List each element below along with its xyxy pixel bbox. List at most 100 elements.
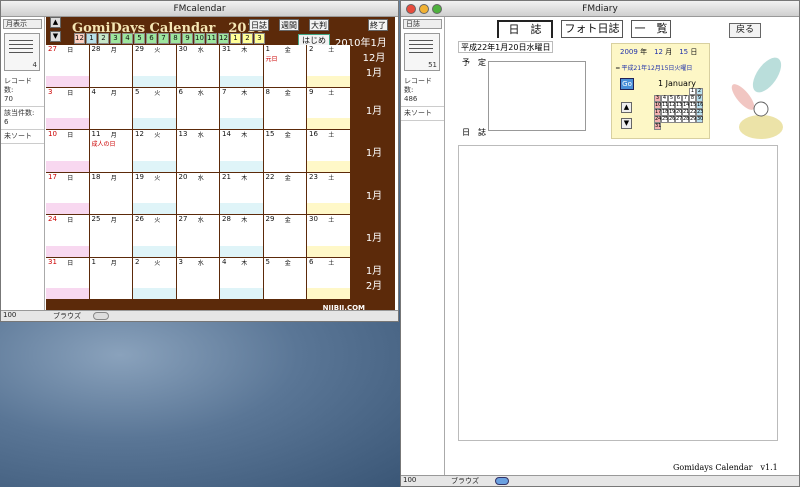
month-tab-9[interactable]: 9 [182,33,193,44]
scroll-thumb[interactable] [93,312,109,320]
mini-day[interactable]: 7 [682,95,689,102]
day-cell[interactable]: 9土 [307,87,351,130]
day-cell[interactable]: 5金 [263,257,307,300]
day-cell[interactable]: 6土 [307,257,351,300]
month-tab-12[interactable]: 12 [218,33,229,44]
day-cell[interactable]: 12 火 [133,130,177,173]
minimize-icon[interactable] [419,4,429,14]
day-cell[interactable]: 14 木 [220,130,264,173]
day-cell[interactable]: 21 木 [220,172,264,215]
day-cell[interactable]: 31 日 [46,257,90,300]
day-cell[interactable]: 16 土 [307,130,351,173]
day-cell[interactable]: 19 火 [133,172,177,215]
mini-day[interactable]: 19 [668,109,675,116]
day-cell[interactable]: 18 月 [89,172,133,215]
zoom-level[interactable]: 100 [403,476,416,484]
weekly-button[interactable]: 週間 [279,19,299,31]
day-cell[interactable]: 7木 [220,87,264,130]
book-icon[interactable]: 4 [4,33,40,71]
day-cell[interactable]: 29 火 [133,45,177,88]
mini-day[interactable]: 1 [689,88,696,95]
day-cell[interactable]: 23 土 [307,172,351,215]
day-cell[interactable]: 2土 [307,45,351,88]
mini-day[interactable]: 10 [654,102,661,109]
day-cell[interactable]: 4木 [220,257,264,300]
mini-day[interactable]: 12 [668,102,675,109]
day-cell[interactable]: 20 水 [176,172,220,215]
day-cell[interactable]: 1 金元日 [263,45,307,88]
day-cell[interactable]: 27 日 [46,45,90,88]
zoom-level[interactable]: 100 [3,311,16,319]
day-cell[interactable]: 1月 [89,257,133,300]
month-tab-7[interactable]: 7 [158,33,169,44]
day-cell[interactable]: 5火 [133,87,177,130]
mini-day[interactable]: 8 [689,95,696,102]
day-cell[interactable]: 17 日 [46,172,90,215]
month-tab-2[interactable]: 2 [98,33,109,44]
month-tab-3[interactable]: 3 [110,33,121,44]
tab-list[interactable]: 一 覧 [631,20,671,38]
mini-day[interactable]: 2 [696,88,703,95]
mode-label[interactable]: ブラウズ [53,311,81,321]
tab-photo-diary[interactable]: フォト日誌 [561,20,623,38]
up-arrow-icon[interactable]: ▲ [621,102,632,113]
diary-button[interactable]: 日誌 [249,19,269,31]
day-cell[interactable]: 11 月成人の日 [89,130,133,173]
day-cell[interactable]: 22 金 [263,172,307,215]
month-tab-4[interactable]: 4 [122,33,133,44]
month-tab-6[interactable]: 6 [146,33,157,44]
mini-day[interactable]: 28 [682,116,689,123]
go-button[interactable]: Go [620,78,634,90]
month-tab-10[interactable]: 10 [194,33,205,44]
day-cell[interactable]: 29 金 [263,215,307,258]
month-tab-5[interactable]: 5 [134,33,145,44]
mini-day[interactable]: 31 [654,123,661,130]
view-select[interactable]: 月表示 [3,19,42,29]
month-tab-15[interactable]: 3 [254,33,265,44]
month-tab-13[interactable]: 1 [230,33,241,44]
mini-day[interactable]: 17 [654,109,661,116]
down-arrow-icon[interactable]: ▼ [621,118,632,129]
day-cell[interactable]: 8金 [263,87,307,130]
mini-day[interactable]: 5 [668,95,675,102]
day-cell[interactable]: 3日 [46,87,90,130]
month-tab-8[interactable]: 8 [170,33,181,44]
exit-button[interactable]: 終了 [368,19,388,31]
mini-day[interactable]: 18 [661,109,668,116]
day-cell[interactable]: 30 土 [307,215,351,258]
day-cell[interactable]: 27 水 [176,215,220,258]
day-cell[interactable]: 30 水 [176,45,220,88]
mini-day[interactable]: 21 [682,109,689,116]
prev-arrow-icon[interactable]: ▲ [50,17,61,28]
day-cell[interactable]: 24 日 [46,215,90,258]
month-tab-11[interactable]: 11 [206,33,217,44]
mini-day[interactable]: 11 [661,102,668,109]
next-arrow-icon[interactable]: ▼ [50,31,61,42]
mini-day[interactable]: 24 [654,116,661,123]
day-cell[interactable]: 28 木 [220,215,264,258]
day-cell[interactable]: 31 木 [220,45,264,88]
mode-label[interactable]: ブラウズ [451,476,479,486]
date-selector[interactable]: 2009 年 12 月 15 日 [620,47,697,57]
mini-day[interactable]: 25 [661,116,668,123]
mini-day[interactable]: 15 [689,102,696,109]
day-cell[interactable]: 25 月 [89,215,133,258]
day-cell[interactable]: 10 日 [46,130,90,173]
plan-field[interactable] [488,61,586,131]
mini-day[interactable]: 27 [675,116,682,123]
month-tab-1[interactable]: 1 [86,33,97,44]
day-cell[interactable]: 28 月 [89,45,133,88]
day-cell[interactable]: 3水 [176,257,220,300]
mini-day[interactable]: 13 [675,102,682,109]
day-cell[interactable]: 13 水 [176,130,220,173]
mini-day[interactable]: 22 [689,109,696,116]
mini-day[interactable]: 16 [696,102,703,109]
month-tab-14[interactable]: 2 [242,33,253,44]
month-tab-0[interactable]: 12 [74,33,85,44]
book-icon[interactable]: 51 [404,33,440,71]
back-button[interactable]: 戻る [729,23,761,38]
day-cell[interactable]: 4月 [89,87,133,130]
day-cell[interactable]: 15 金 [263,130,307,173]
mini-day[interactable]: 3 [654,95,661,102]
close-icon[interactable] [406,4,416,14]
